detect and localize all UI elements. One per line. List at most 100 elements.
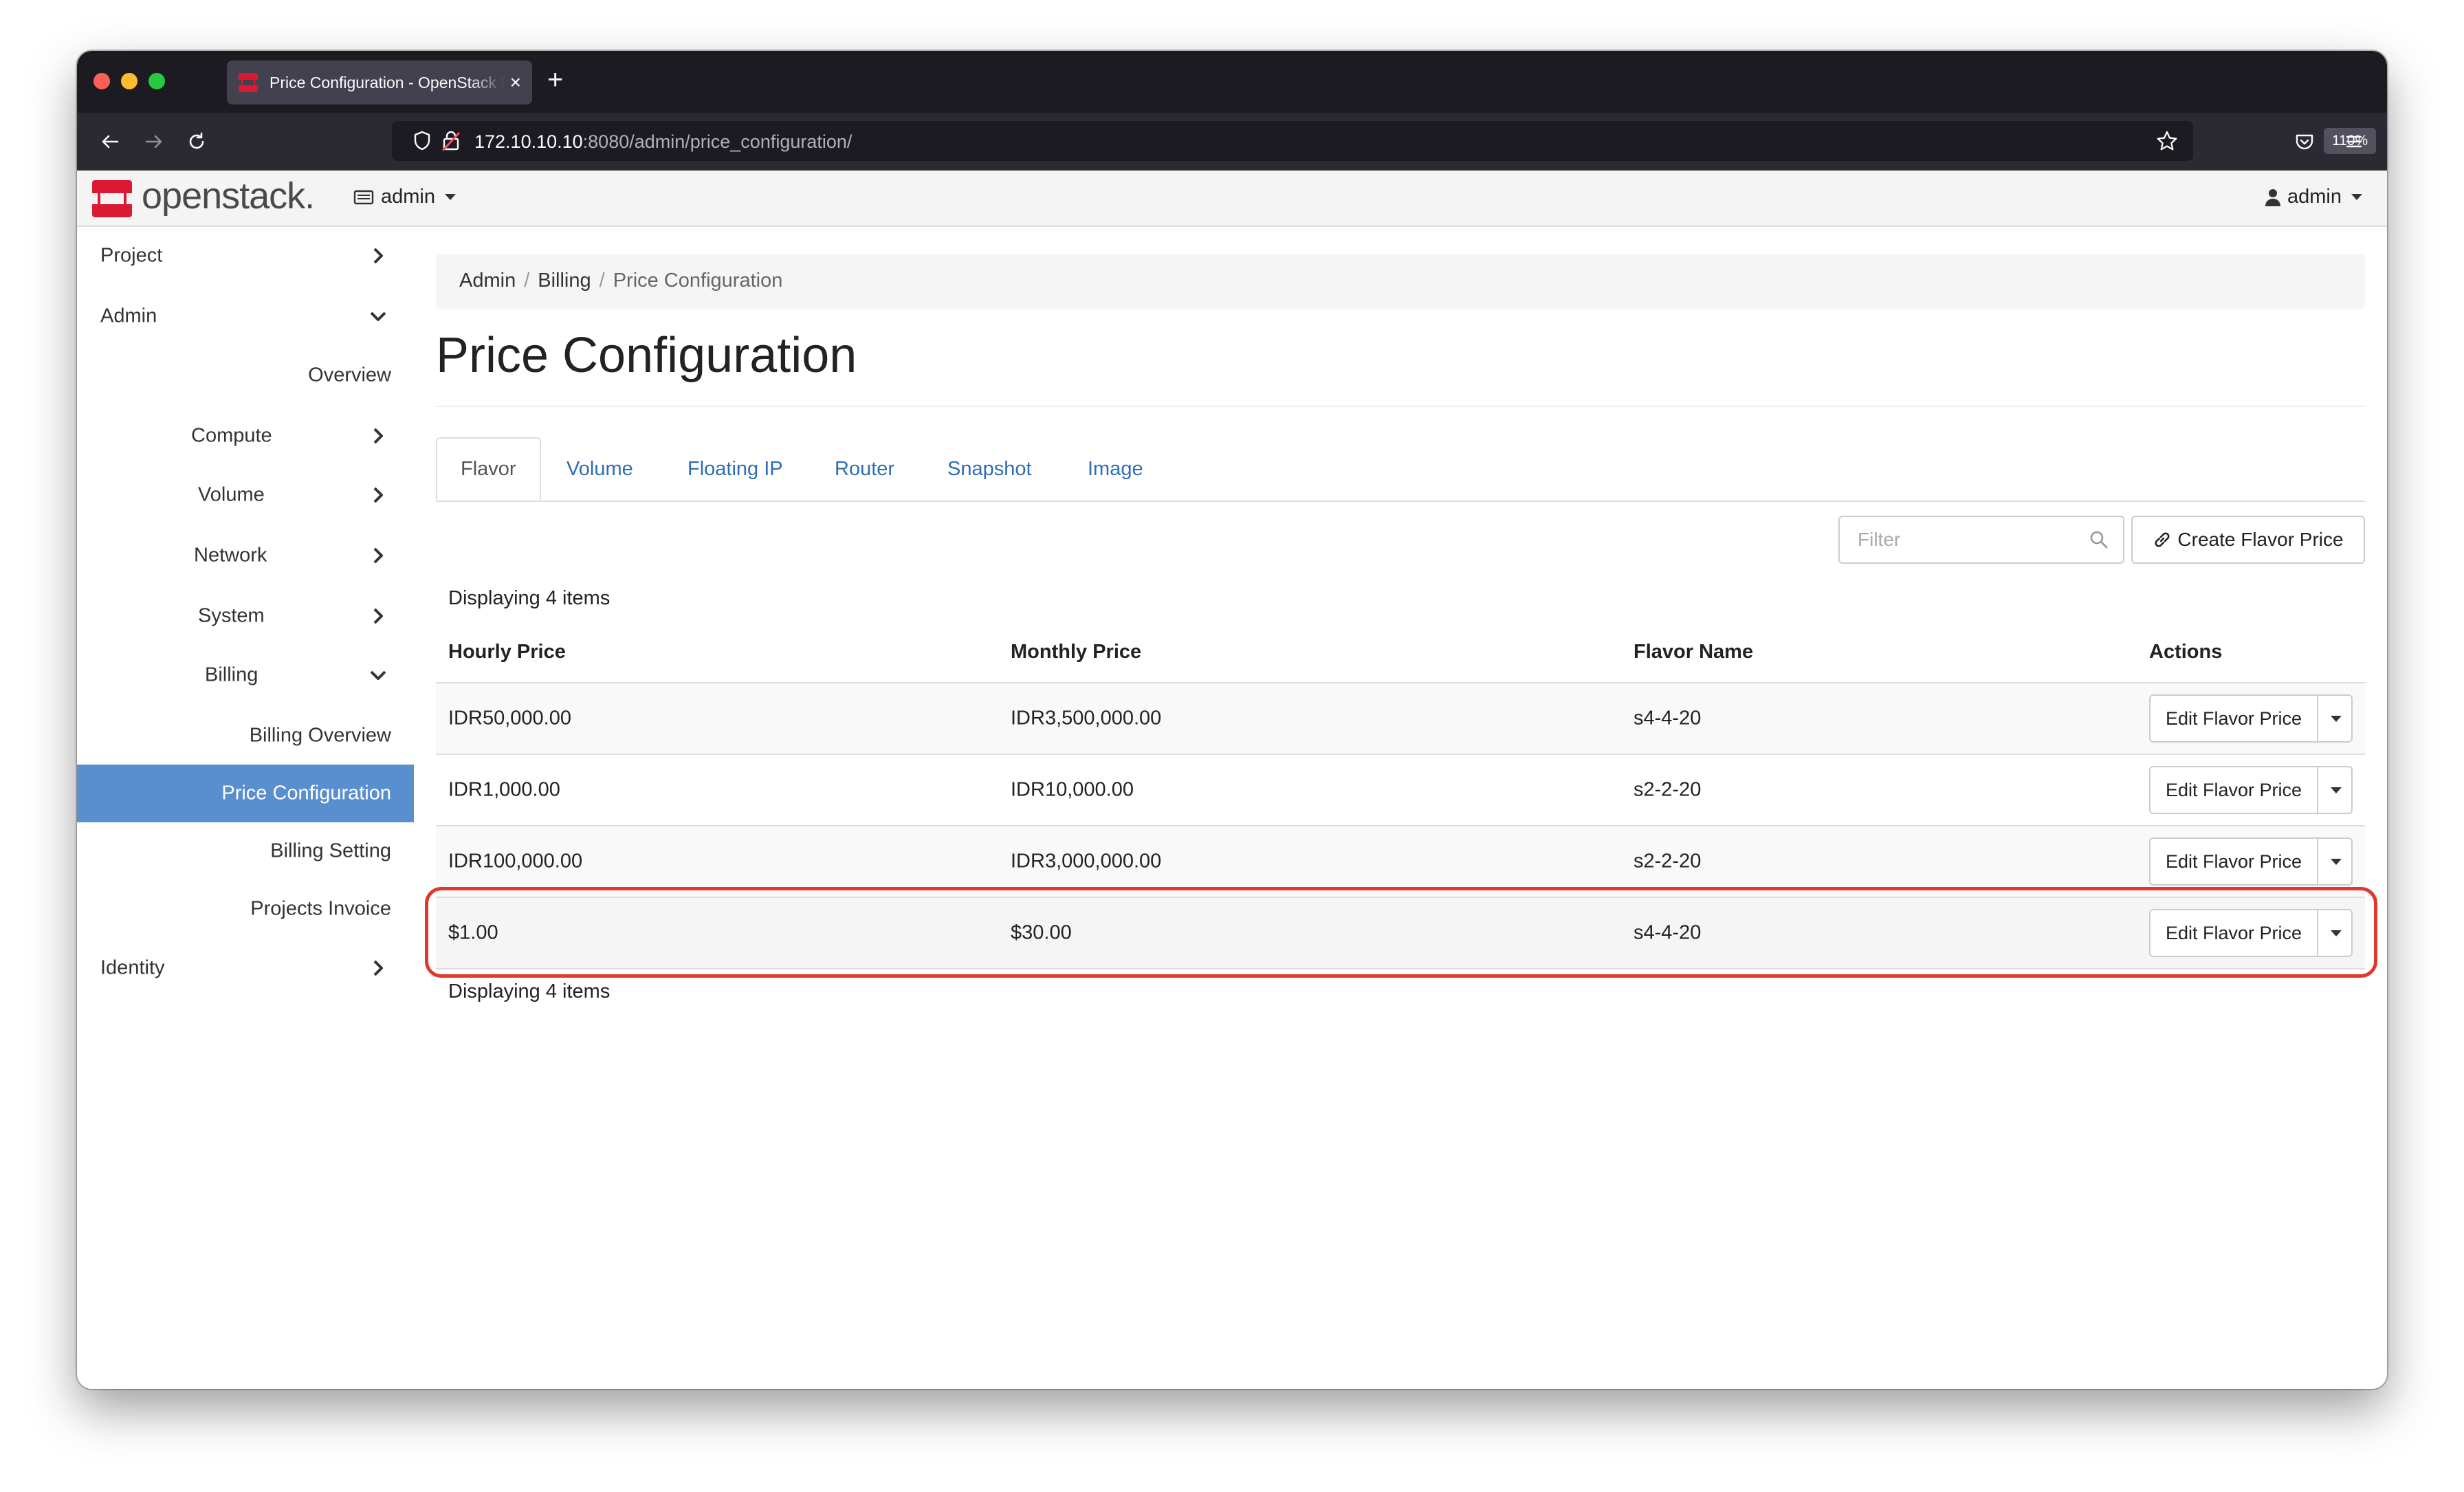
monthly-price-cell: IDR10,000.00 bbox=[1011, 778, 1134, 801]
forward-button[interactable] bbox=[139, 127, 169, 157]
close-window-button[interactable] bbox=[94, 73, 110, 89]
column-header-flavor-name[interactable]: Flavor Name bbox=[1634, 641, 1753, 663]
row-actions: Edit Flavor Price bbox=[2149, 766, 2353, 814]
back-arrow-icon bbox=[102, 135, 119, 149]
tab-router[interactable]: Router bbox=[835, 437, 894, 501]
table-header: Hourly Price Monthly Price Flavor Name A… bbox=[436, 623, 2365, 685]
breadcrumb: Admin / Billing / Price Configuration bbox=[436, 254, 2365, 309]
sidebar-item-label: Admin bbox=[100, 305, 157, 327]
address-bar[interactable]: 172.10.10.10:8080/admin/price_configurat… bbox=[392, 121, 2377, 161]
sidebar-item-label: Project bbox=[100, 244, 163, 267]
pocket-button[interactable] bbox=[2289, 127, 2320, 157]
sidebar-item-compute[interactable]: Compute bbox=[77, 407, 414, 465]
edit-flavor-price-button[interactable]: Edit Flavor Price bbox=[2149, 694, 2318, 743]
url-text[interactable]: 172.10.10.10:8080/admin/price_configurat… bbox=[474, 131, 852, 153]
main-content: Admin / Billing / Price Configuration Price … bbox=[425, 227, 2377, 1389]
sidebar-item-price-configuration[interactable]: Price Configuration bbox=[77, 765, 414, 822]
minimize-window-button[interactable] bbox=[121, 73, 138, 89]
flavor-name-cell: s4-4-20 bbox=[1634, 921, 1702, 944]
row-actions-dropdown-toggle[interactable] bbox=[2317, 909, 2353, 957]
search-icon[interactable] bbox=[2089, 529, 2109, 550]
column-header-monthly-price[interactable]: Monthly Price bbox=[1011, 641, 1141, 663]
sidebar-item-identity[interactable]: Identity bbox=[77, 939, 414, 997]
breadcrumb-billing[interactable]: Billing bbox=[538, 270, 591, 292]
create-flavor-price-label: Create Flavor Price bbox=[2177, 529, 2344, 550]
sidebar-item-label: Billing Setting bbox=[270, 840, 391, 862]
row-actions-dropdown-toggle[interactable] bbox=[2317, 837, 2353, 886]
breadcrumb-admin[interactable]: Admin bbox=[459, 270, 516, 292]
tab-floating-ip[interactable]: Floating IP bbox=[688, 437, 783, 501]
sidebar-item-label: Network bbox=[194, 544, 267, 567]
pocket-icon bbox=[2296, 134, 2313, 150]
breadcrumb-separator: / bbox=[599, 270, 605, 292]
sidebar-item-label: System bbox=[198, 604, 265, 627]
row-actions-dropdown-toggle[interactable] bbox=[2317, 694, 2353, 743]
edit-flavor-price-button[interactable]: Edit Flavor Price bbox=[2149, 909, 2318, 957]
user-name: admin bbox=[2287, 186, 2342, 208]
sidebar-item-label: Billing bbox=[205, 663, 258, 686]
sidebar-item-billing-setting[interactable]: Billing Setting bbox=[77, 822, 414, 880]
app-menu-button[interactable] bbox=[2339, 127, 2369, 157]
openstack-logo-icon[interactable] bbox=[91, 177, 133, 220]
row-actions: Edit Flavor Price bbox=[2149, 837, 2353, 886]
browser-tab[interactable]: Price Configuration - OpenStack Dashboar… bbox=[227, 61, 532, 105]
bookmark-star-icon[interactable] bbox=[2156, 130, 2178, 152]
sidebar-item-label: Price Configuration bbox=[221, 782, 391, 804]
zoom-window-button[interactable] bbox=[148, 73, 165, 89]
chevron-right-icon bbox=[373, 248, 383, 264]
browser-tab-title: Price Configuration - OpenStack Dashboar… bbox=[270, 73, 505, 91]
sidebar-item-network[interactable]: Network bbox=[77, 527, 414, 584]
tab-flavor[interactable]: Flavor bbox=[436, 437, 541, 501]
new-tab-button[interactable]: + bbox=[547, 66, 563, 94]
sidebar-item-volume[interactable]: Volume bbox=[77, 466, 414, 524]
page-title: Price Configuration bbox=[436, 328, 857, 383]
tab-volume[interactable]: Volume bbox=[566, 437, 633, 501]
sidebar-item-admin[interactable]: Admin bbox=[77, 287, 414, 345]
project-switcher[interactable]: admin bbox=[353, 186, 456, 208]
hourly-price-cell: IDR50,000.00 bbox=[448, 707, 571, 729]
tab-image[interactable]: Image bbox=[1088, 437, 1143, 501]
sidebar-item-project[interactable]: Project bbox=[77, 227, 414, 285]
sidebar-item-overview[interactable]: Overview bbox=[77, 347, 414, 404]
breadcrumb-separator: / bbox=[524, 270, 530, 292]
edit-flavor-price-button[interactable]: Edit Flavor Price bbox=[2149, 837, 2318, 886]
sidebar-item-label: Volume bbox=[198, 483, 265, 506]
flavor-name-cell: s2-2-20 bbox=[1634, 778, 1702, 801]
shield-icon[interactable] bbox=[412, 131, 432, 151]
user-icon bbox=[2265, 188, 2280, 206]
row-actions-dropdown-toggle[interactable] bbox=[2317, 766, 2353, 814]
hourly-price-cell: IDR100,000.00 bbox=[448, 850, 583, 873]
column-header-hourly-price[interactable]: Hourly Price bbox=[448, 641, 566, 663]
sidebar-item-projects-invoice[interactable]: Projects Invoice bbox=[77, 880, 414, 938]
insecure-lock-icon[interactable] bbox=[441, 130, 461, 152]
chevron-down-icon bbox=[370, 670, 386, 680]
sidebar-item-billing-overview[interactable]: Billing Overview bbox=[77, 707, 414, 765]
back-button[interactable] bbox=[95, 127, 125, 157]
create-flavor-price-button[interactable]: Create Flavor Price bbox=[2131, 516, 2365, 564]
project-list-icon bbox=[353, 190, 374, 204]
table-row: IDR100,000.00 IDR3,000,000.00 s2-2-20 Ed… bbox=[436, 826, 2365, 898]
price-tabs: Flavor Volume Floating IP Router Snapsho… bbox=[436, 437, 2365, 502]
title-divider bbox=[436, 406, 2365, 407]
hamburger-menu-icon bbox=[2346, 135, 2362, 148]
caret-down-icon bbox=[2331, 787, 2342, 793]
openstack-top-bar: openstack. admin admin bbox=[77, 171, 2387, 227]
reload-button[interactable] bbox=[182, 127, 212, 157]
item-count-top: Displaying 4 items bbox=[448, 587, 610, 609]
close-tab-icon[interactable]: × bbox=[510, 73, 521, 92]
hourly-price-cell: $1.00 bbox=[448, 921, 498, 944]
sidebar-item-system[interactable]: System bbox=[77, 587, 414, 645]
sidebar-item-label: Identity bbox=[100, 956, 165, 979]
openstack-logo-text[interactable]: openstack. bbox=[142, 175, 315, 217]
monthly-price-cell: IDR3,500,000.00 bbox=[1011, 707, 1162, 729]
filter-input[interactable] bbox=[1838, 516, 2124, 564]
caret-down-icon bbox=[2331, 930, 2342, 936]
browser-tab-bar: Price Configuration - OpenStack Dashboar… bbox=[77, 51, 2387, 113]
sidebar-item-billing[interactable]: Billing bbox=[77, 646, 414, 704]
chevron-right-icon bbox=[373, 608, 383, 624]
edit-flavor-price-button[interactable]: Edit Flavor Price bbox=[2149, 766, 2318, 814]
user-menu[interactable]: admin bbox=[2265, 186, 2362, 208]
openstack-favicon-icon bbox=[239, 73, 258, 92]
chevron-right-icon bbox=[373, 547, 383, 564]
tab-snapshot[interactable]: Snapshot bbox=[947, 437, 1032, 501]
